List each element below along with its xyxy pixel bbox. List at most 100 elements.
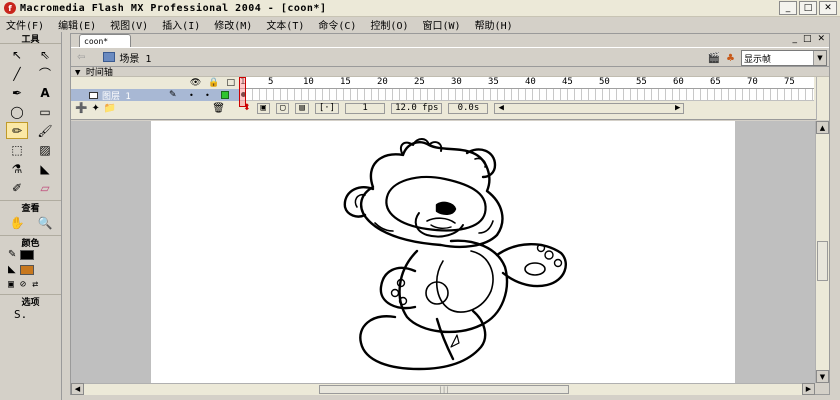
doc-minimize-button[interactable]: _ <box>792 34 797 44</box>
edit-scene-icon[interactable]: 🎬 <box>708 53 720 64</box>
zoom-select[interactable]: 显示帧 ▼ <box>741 50 827 66</box>
colors-section-label: 颜色 <box>0 235 61 249</box>
lock-icon[interactable]: 🔒 <box>208 78 219 88</box>
free-transform-tool-icon[interactable]: ⬚ <box>6 141 28 158</box>
insert-layer-icon[interactable]: ➕ <box>75 103 87 114</box>
scroll-right-icon[interactable]: ▶ <box>675 103 680 113</box>
insert-folder-icon[interactable]: 📁 <box>104 103 116 114</box>
scroll-up-icon[interactable]: ▲ <box>816 121 829 134</box>
menu-text[interactable]: 文本(T) <box>266 17 304 32</box>
stage[interactable] <box>151 121 735 383</box>
eye-icon[interactable]: 👁 <box>190 78 201 88</box>
frame-ruler[interactable]: 1 5 10 15 20 25 30 35 40 45 50 55 60 65 … <box>239 77 814 89</box>
fill-color-row: ◣ <box>0 262 61 277</box>
layer-frames[interactable] <box>239 89 814 101</box>
ruler-25: 25 <box>414 77 425 87</box>
layer-lock-dot[interactable]: • <box>205 91 210 100</box>
delete-layer-icon[interactable]: 🗑 <box>212 103 225 114</box>
menu-insert[interactable]: 插入(I) <box>162 17 200 32</box>
fill-transform-tool-icon[interactable]: ▨ <box>34 141 56 158</box>
menu-view[interactable]: 视图(V) <box>110 17 148 32</box>
brush-tool-icon[interactable]: 🖌 <box>34 122 56 139</box>
onion-markers-icon[interactable]: [·] <box>314 102 340 114</box>
edit-multiple-frames-icon[interactable]: ▤ <box>295 102 309 114</box>
menu-control[interactable]: 控制(O) <box>370 17 408 32</box>
ink-bottle-tool-icon[interactable]: ⚗ <box>6 160 28 177</box>
oval-tool-icon[interactable]: ◯ <box>6 103 28 120</box>
no-color-icon[interactable]: ⊘ <box>20 279 26 290</box>
doc-close-button[interactable]: ✕ <box>817 34 825 44</box>
timeline-panel: ▼ 时间轴 👁 🔒 □ 图层 1 ✎ • • ➕ ✦ 📁 🗑 5 10 15 2… <box>71 67 829 120</box>
paint-bucket-tool-icon[interactable]: ◣ <box>34 160 56 177</box>
hscroll-right-icon[interactable]: ▶ <box>802 383 815 395</box>
pencil-mode-option[interactable]: S. <box>0 306 61 323</box>
zoom-tool-icon[interactable]: 🔍 <box>34 214 56 231</box>
chevron-down-icon[interactable]: ▼ <box>813 51 826 65</box>
ruler-10: 10 <box>303 77 314 87</box>
doc-restore-button[interactable]: □ <box>803 34 812 44</box>
timeline-header[interactable]: ▼ 时间轴 <box>71 67 829 78</box>
close-button[interactable]: ✕ <box>819 1 837 15</box>
hand-tool-icon[interactable]: ✋ <box>6 214 28 231</box>
menu-commands[interactable]: 命令(C) <box>318 17 356 32</box>
layer-buttons: ➕ ✦ 📁 🗑 <box>71 101 239 115</box>
edit-symbols-icon[interactable]: ♣ <box>726 53 735 64</box>
layer-outline-color[interactable] <box>221 91 229 99</box>
stage-vscroll[interactable]: ▲ ▼ <box>815 121 829 383</box>
swap-colors-icon[interactable]: ⇄ <box>32 279 38 290</box>
timeline-vscroll[interactable] <box>816 77 829 120</box>
window-title: Macromedia Flash MX Professional 2004 - … <box>20 2 327 14</box>
fill-color-swatch[interactable] <box>19 264 34 275</box>
document-controls: _ □ ✕ <box>792 34 825 44</box>
minimize-button[interactable]: _ <box>779 1 797 15</box>
window-titlebar: f Macromedia Flash MX Professional 2004 … <box>0 0 840 17</box>
document-tab[interactable]: coon* <box>79 34 131 47</box>
text-tool-icon[interactable]: A <box>34 84 56 101</box>
ruler-65: 65 <box>710 77 721 87</box>
menu-help[interactable]: 帮助(H) <box>475 17 513 32</box>
tool-grid: ↖ ⇖ ╱ ⌒ ✒ A ◯ ▭ ✏ 🖌 ⬚ ▨ ⚗ ◣ ✐ ▱ <box>0 44 61 198</box>
menu-window[interactable]: 窗口(W) <box>423 17 461 32</box>
arrow-tool-icon[interactable]: ↖ <box>6 46 28 63</box>
menu-modify[interactable]: 修改(M) <box>214 17 252 32</box>
hscroll-thumb[interactable]: │││ <box>319 385 569 394</box>
scroll-down-icon[interactable]: ▼ <box>816 370 829 383</box>
onion-outline-icon[interactable]: ▢ <box>275 102 290 114</box>
view-section-label: 查看 <box>0 200 61 214</box>
vscroll-thumb[interactable] <box>817 241 828 281</box>
ruler-70: 70 <box>747 77 758 87</box>
timeline-hscroll[interactable]: ◀ ▶ <box>494 102 685 114</box>
lasso-tool-icon[interactable]: ⌒ <box>34 65 56 82</box>
layer-row[interactable]: 图层 1 ✎ • • <box>71 89 239 102</box>
playhead[interactable] <box>239 77 246 107</box>
onion-skin-icon[interactable]: ▣ <box>256 102 270 114</box>
layer-visible-dot[interactable]: • <box>189 91 194 100</box>
stage-hscroll[interactable]: ◀ │││ ▶ <box>71 383 815 395</box>
zoom-value: 显示帧 <box>744 54 772 65</box>
pencil-tool-icon[interactable]: ✏ <box>6 122 28 139</box>
document-window: coon* _ □ ✕ ⇦ 场景 1 🎬 ♣ 显示帧 ▼ ▼ 时间轴 👁 🔒 □ <box>70 33 830 395</box>
ruler-50: 50 <box>599 77 610 87</box>
layer-name: 图层 1 <box>102 91 131 102</box>
hscroll-left-icon[interactable]: ◀ <box>71 383 84 395</box>
eyedropper-tool-icon[interactable]: ✐ <box>6 179 28 196</box>
maximize-button[interactable]: □ <box>799 1 817 15</box>
window-controls: _ □ ✕ <box>779 1 837 15</box>
rectangle-tool-icon[interactable]: ▭ <box>34 103 56 120</box>
view-tools: ✋ 🔍 <box>0 212 61 233</box>
menu-edit[interactable]: 编辑(E) <box>58 17 96 32</box>
line-tool-icon[interactable]: ╱ <box>6 65 28 82</box>
scroll-left-icon[interactable]: ◀ <box>498 103 503 113</box>
eraser-tool-icon[interactable]: ▱ <box>34 179 56 196</box>
back-arrow-icon[interactable]: ⇦ <box>77 52 85 63</box>
subselect-tool-icon[interactable]: ⇖ <box>34 46 56 63</box>
frame-panel: 1 5 10 15 20 25 30 35 40 45 50 55 60 65 … <box>239 77 814 120</box>
add-guide-layer-icon[interactable]: ✦ <box>91 103 99 114</box>
outline-icon[interactable]: □ <box>226 78 235 88</box>
menu-file[interactable]: 文件(F) <box>6 17 44 32</box>
stroke-pencil-icon: ✎ <box>8 249 17 260</box>
pen-tool-icon[interactable]: ✒ <box>6 84 28 101</box>
stroke-color-swatch[interactable] <box>20 249 35 260</box>
default-colors-icon[interactable]: ▣ <box>8 279 14 290</box>
layer-panel: 👁 🔒 □ 图层 1 ✎ • • ➕ ✦ 📁 🗑 <box>71 77 239 120</box>
